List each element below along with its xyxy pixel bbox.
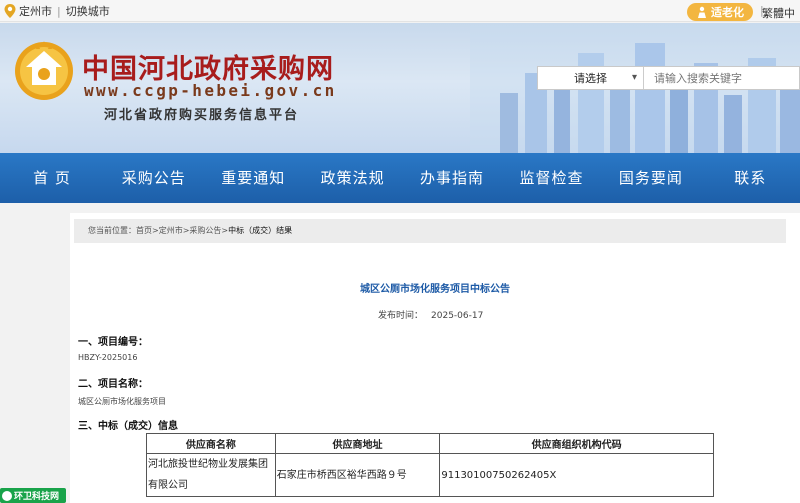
- current-city: 定州市: [19, 5, 52, 18]
- publish-label: 发布时间：: [378, 311, 424, 321]
- section-project-name-heading: 二、项目名称：: [78, 379, 148, 390]
- sanitation-tech-badge[interactable]: 环卫科技网: [0, 488, 66, 503]
- city-divider: |: [57, 4, 61, 18]
- nav-item-guide[interactable]: 办事指南: [402, 153, 501, 203]
- site-logo: [15, 41, 73, 100]
- nav-item-procurement-notices[interactable]: 采购公告: [104, 153, 203, 203]
- search-category-select[interactable]: 请选择 ▾: [538, 67, 644, 89]
- header-banner: 中国河北政府采购网 www.ccgp-hebei.gov.cn 河北省政府购买服…: [0, 23, 800, 153]
- main-nav: 首 页 采购公告 重要通知 政策法规 办事指南 监督检查 国务要闻 联系: [0, 153, 800, 203]
- chevron-down-icon: ▾: [631, 72, 637, 83]
- supplier-name-cell: 河北旅投世纪物业发展集团 有限公司: [146, 453, 276, 497]
- announcement-panel: 您当前位置：首页>定州市>采购公告>中标（成交）结果 城区公厕市场化服务项目中标…: [70, 213, 800, 503]
- location-switcher[interactable]: 定州市 | 切换城市: [4, 3, 110, 19]
- site-url: www.ccgp-hebei.gov.cn: [84, 81, 337, 100]
- publish-info: 发布时间： 2025-06-17: [378, 308, 483, 321]
- elder-mode-label: 适老化: [711, 6, 744, 19]
- supplier-name-line: 河北旅投世纪物业发展集团: [148, 459, 268, 470]
- badge-logo-icon: [2, 490, 12, 501]
- nav-item-supervision[interactable]: 监督检查: [502, 153, 601, 203]
- column-header: 供应商地址: [274, 433, 441, 454]
- breadcrumb-label: 您当前位置：: [88, 226, 136, 235]
- nav-item-important-notices[interactable]: 重要通知: [203, 153, 302, 203]
- supplier-name-line: 有限公司: [148, 480, 188, 491]
- table-header-row: 供应商名称 供应商地址 供应商组织机构代码: [146, 433, 714, 454]
- search-category-value: 请选择: [574, 72, 607, 85]
- table-row: 河北旅投世纪物业发展集团 有限公司 石家庄市桥西区裕华西路９号 91130100…: [146, 453, 714, 497]
- column-header: 供应商名称: [146, 433, 276, 454]
- top-bar: 定州市 | 切换城市 适老化 | 繁體中: [0, 0, 800, 22]
- switch-city-link[interactable]: 切换城市: [66, 3, 110, 19]
- traditional-chinese-link[interactable]: 繁體中: [762, 5, 795, 21]
- breadcrumb-current: 中标（成交）结果: [228, 226, 293, 235]
- site-subtitle: 河北省政府购买服务信息平台: [104, 108, 300, 123]
- nav-item-state-news[interactable]: 国务要闻: [601, 153, 700, 203]
- project-name: 城区公厕市场化服务项目: [78, 397, 166, 406]
- supplier-address-cell: 石家庄市桥西区裕华西路９号: [274, 453, 441, 497]
- elder-mode-button[interactable]: 适老化: [687, 3, 753, 21]
- publish-date: 2025-06-17: [431, 311, 484, 321]
- project-number: HBZY-2025016: [78, 353, 138, 362]
- nav-item-home[interactable]: 首 页: [0, 153, 104, 203]
- person-icon: [698, 6, 706, 18]
- supplier-table: 供应商名称 供应商地址 供应商组织机构代码 河北旅投世纪物业发展集团 有限公司 …: [146, 433, 714, 497]
- breadcrumb-path[interactable]: 首页>定州市>采购公告>: [136, 226, 228, 235]
- location-pin-icon: [4, 4, 16, 18]
- section-project-number-heading: 一、项目编号：: [78, 337, 148, 348]
- column-header: 供应商组织机构代码: [439, 433, 714, 454]
- breadcrumb: 您当前位置：首页>定州市>采购公告>中标（成交）结果: [74, 219, 786, 243]
- supplier-code-cell: 91130100750262405X: [439, 453, 714, 497]
- badge-label: 环卫科技网: [14, 492, 60, 502]
- search-input[interactable]: [644, 67, 799, 89]
- search-bar: 请选择 ▾: [537, 66, 800, 90]
- section-award-info-heading: 三、中标（成交）信息: [78, 421, 178, 432]
- announcement-title: 城区公厕市场化服务项目中标公告: [360, 284, 510, 295]
- nav-item-policies[interactable]: 政策法规: [303, 153, 402, 203]
- nav-item-contact[interactable]: 联系: [701, 153, 800, 203]
